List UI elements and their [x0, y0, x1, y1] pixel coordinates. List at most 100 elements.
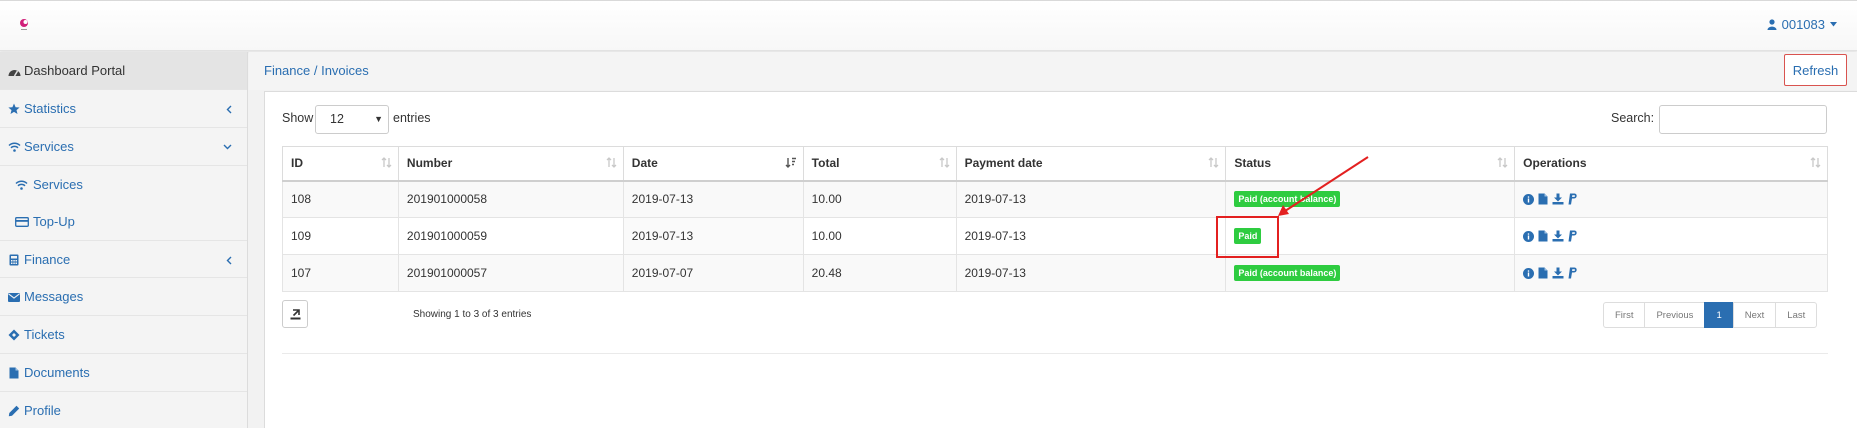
sidebar-item-tickets[interactable]: Tickets [0, 316, 247, 354]
sidebar-item-profile[interactable]: Profile [0, 392, 247, 428]
divider [282, 353, 1828, 354]
cell-date: 2019-07-13 [622, 217, 804, 255]
calculator-icon [7, 241, 21, 279]
column-header-operations[interactable]: Operations [1514, 146, 1828, 182]
annotation-arrow-icon [1278, 156, 1369, 216]
sidebar-subitem-label: Services [33, 177, 83, 192]
sidebar-item-label: Statistics [24, 101, 77, 116]
column-header-number[interactable]: Number [397, 146, 624, 182]
document-icon[interactable] [1538, 230, 1548, 242]
chevron-left-icon [226, 241, 232, 279]
column-header-date[interactable]: Date [622, 146, 804, 182]
cell-total: 20.48 [802, 254, 957, 292]
dashboard-icon [7, 52, 21, 90]
table-row: 109 201901000059 2019-07-13 10.00 2019-0… [282, 217, 1828, 255]
chevron-down-icon [223, 128, 232, 166]
search-input[interactable] [1659, 105, 1827, 134]
invoices-table: ID Number Date Total Payment date Status… [282, 146, 1828, 292]
user-icon [1767, 19, 1777, 30]
pagination-last[interactable]: Last [1775, 302, 1818, 328]
sidebar-item-dashboard[interactable]: Dashboard Portal [0, 52, 247, 90]
cell-operations [1514, 254, 1828, 292]
user-menu[interactable]: 001083 [1767, 17, 1837, 32]
pagination-previous[interactable]: Previous [1644, 302, 1706, 328]
download-icon[interactable] [1552, 230, 1564, 242]
table-row: 108 201901000058 2019-07-13 10.00 2019-0… [282, 180, 1828, 218]
search-label: Search: [1611, 111, 1655, 125]
ticket-icon [7, 316, 21, 354]
sort-both-icon [606, 157, 617, 171]
download-icon[interactable] [1552, 267, 1564, 279]
paypal-icon[interactable] [1568, 193, 1578, 205]
paypal-icon[interactable] [1568, 230, 1578, 242]
sidebar-item-documents[interactable]: Documents [0, 354, 247, 392]
export-button[interactable] [282, 300, 308, 328]
cell-date: 2019-07-13 [622, 180, 804, 218]
cell-payment-date: 2019-07-13 [955, 254, 1227, 292]
sort-both-icon [1810, 157, 1821, 171]
column-header-id[interactable]: ID [282, 146, 399, 182]
cell-total: 10.00 [802, 180, 957, 218]
breadcrumb-invoices[interactable]: Invoices [321, 63, 369, 78]
sidebar-item-label: Documents [24, 365, 90, 380]
sidebar-item-label: Services [24, 139, 74, 154]
content-header: Finance / Invoices Refresh [249, 52, 1857, 90]
wifi-icon [7, 128, 21, 166]
sidebar-item-services[interactable]: Services [0, 128, 247, 166]
sidebar-item-label: Tickets [24, 327, 65, 342]
breadcrumb-separator: / [310, 63, 322, 78]
cell-id: 107 [282, 254, 399, 292]
cell-payment-date: 2019-07-13 [955, 217, 1227, 255]
cell-date: 2019-07-07 [622, 254, 804, 292]
pagination: First Previous 1 Next Last [1603, 302, 1818, 328]
page-length-select[interactable]: 12 ▼ [315, 105, 389, 134]
chevron-left-icon [226, 90, 232, 128]
cell-status: Paid (account balance) [1225, 254, 1516, 292]
cell-number: 201901000057 [397, 254, 624, 292]
sidebar-subitem-label: Top-Up [33, 214, 75, 229]
top-bar: 001083 [0, 0, 1857, 51]
card-icon [14, 203, 29, 240]
download-icon[interactable] [1552, 193, 1564, 205]
sidebar-subitem-top-up[interactable]: Top-Up [0, 203, 247, 240]
refresh-button[interactable]: Refresh [1784, 54, 1847, 86]
paypal-icon[interactable] [1568, 267, 1578, 279]
document-icon[interactable] [1538, 193, 1548, 205]
sidebar-item-label: Dashboard Portal [24, 63, 126, 78]
sidebar-item-finance[interactable]: Finance [0, 240, 247, 278]
sidebar: Dashboard Portal Statistics Services Ser… [0, 52, 248, 428]
pagination-next[interactable]: Next [1732, 302, 1777, 328]
cell-id: 109 [282, 217, 399, 255]
info-icon[interactable] [1523, 267, 1535, 279]
sort-desc-icon [785, 157, 797, 171]
table-row: 107 201901000057 2019-07-07 20.48 2019-0… [282, 254, 1828, 292]
pagination-page-1[interactable]: 1 [1704, 302, 1734, 328]
sort-both-icon [381, 157, 392, 171]
sidebar-item-messages[interactable]: Messages [0, 278, 247, 316]
cell-payment-date: 2019-07-13 [955, 180, 1227, 218]
sidebar-subitem-services[interactable]: Services [0, 166, 247, 203]
cell-operations [1514, 217, 1828, 255]
page-length-value: 12 [330, 112, 344, 126]
info-icon[interactable] [1523, 230, 1535, 242]
cell-total: 10.00 [802, 217, 957, 255]
sidebar-item-statistics[interactable]: Statistics [0, 90, 247, 128]
annotation-highlight-box [1216, 216, 1279, 258]
wifi-icon [14, 166, 29, 203]
sidebar-item-label: Profile [24, 403, 61, 418]
user-id-label: 001083 [1781, 17, 1825, 32]
breadcrumb-finance[interactable]: Finance [264, 63, 310, 78]
entries-label: entries [393, 111, 431, 125]
star-icon [7, 90, 21, 128]
column-header-payment-date[interactable]: Payment date [955, 146, 1227, 182]
sort-both-icon [939, 157, 950, 171]
export-icon [290, 308, 300, 319]
info-icon[interactable] [1523, 193, 1535, 205]
sort-both-icon [1208, 157, 1219, 171]
sidebar-item-label: Messages [24, 289, 84, 304]
logo-icon[interactable] [17, 16, 31, 32]
pagination-first[interactable]: First [1603, 302, 1646, 328]
table-header-row: ID Number Date Total Payment date Status… [282, 146, 1828, 182]
document-icon[interactable] [1538, 267, 1548, 279]
column-header-total[interactable]: Total [802, 146, 957, 182]
